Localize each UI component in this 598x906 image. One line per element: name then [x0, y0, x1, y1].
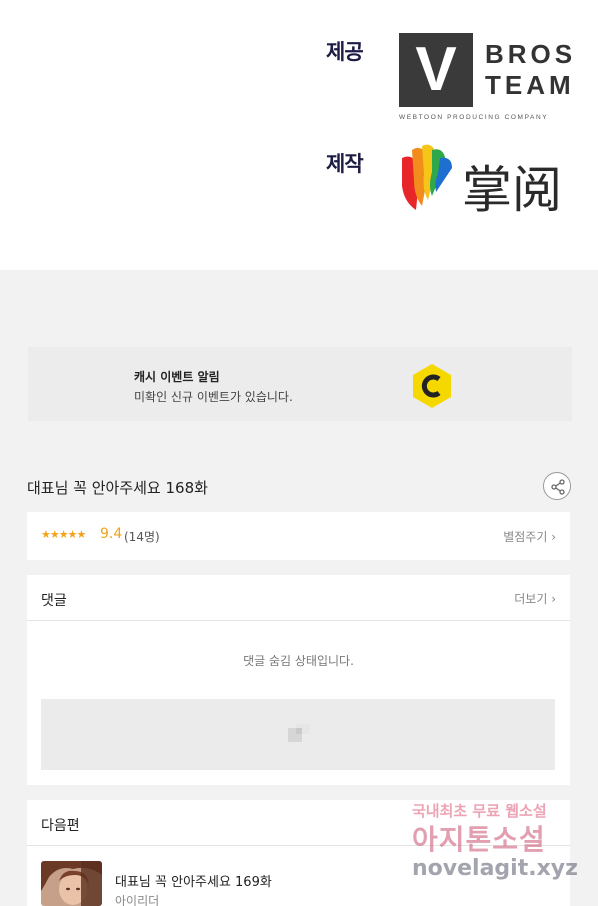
comments-more-button[interactable]: 더보기 ›	[514, 590, 556, 607]
episode-title: 대표님 꼭 안아주세요 168화	[27, 479, 208, 497]
next-episode-author: 아이리더	[115, 894, 160, 906]
bros-team-logo-line2: TEAM	[485, 70, 575, 100]
share-icon	[551, 479, 565, 495]
credits-section: 제공 V BROS TEAM WEBTOON PRODUCING COMPANY…	[0, 0, 598, 270]
rating-score: 9.4	[100, 526, 123, 542]
zhangyue-logo-icon	[402, 144, 452, 210]
bros-team-logo: V	[399, 33, 473, 107]
next-episode-thumbnail-image	[41, 861, 102, 906]
next-episode-thumbnail[interactable]	[41, 861, 102, 906]
share-button[interactable]	[543, 472, 571, 500]
comments-header: 댓글 더보기 ›	[27, 575, 570, 621]
comments-hidden-message: 댓글 숨김 상태입니다.	[243, 654, 354, 668]
cash-event-description: 미확인 신규 이벤트가 있습니다.	[134, 390, 293, 404]
cash-coin-icon	[413, 364, 451, 408]
next-episode-card: 다음편 대표님 꼭 안아주세요 169화 아이리더	[27, 800, 570, 906]
comments-card: 댓글 더보기 › 댓글 숨김 상태입니다.	[27, 575, 570, 785]
next-episode-header: 다음편	[27, 800, 570, 846]
provider-label: 제공	[326, 40, 364, 64]
rate-button[interactable]: 별점주기 ›	[503, 528, 556, 545]
producer-label: 제작	[326, 152, 364, 176]
bros-team-logo-line1: BROS	[485, 39, 577, 69]
comments-title: 댓글	[41, 593, 67, 609]
rating-card: ★★★★★ 9.4 (14명) 별점주기 ›	[27, 512, 570, 560]
bros-team-tagline: WEBTOON PRODUCING COMPANY	[399, 114, 549, 121]
cash-event-banner[interactable]: 캐시 이벤트 알림 미확인 신규 이벤트가 있습니다.	[28, 347, 572, 421]
bros-team-logo-letter: V	[415, 35, 457, 104]
zhangyue-logo-text: 掌阅	[462, 161, 562, 219]
next-episode-section-title: 다음편	[41, 818, 80, 834]
comment-placeholder-icon	[288, 724, 310, 742]
cash-event-title: 캐시 이벤트 알림	[134, 370, 220, 384]
next-episode-title[interactable]: 대표님 꼭 안아주세요 169화	[115, 871, 272, 890]
rating-count: (14명)	[124, 530, 160, 544]
rating-stars: ★★★★★	[41, 528, 86, 541]
comment-input-area[interactable]	[41, 699, 555, 770]
